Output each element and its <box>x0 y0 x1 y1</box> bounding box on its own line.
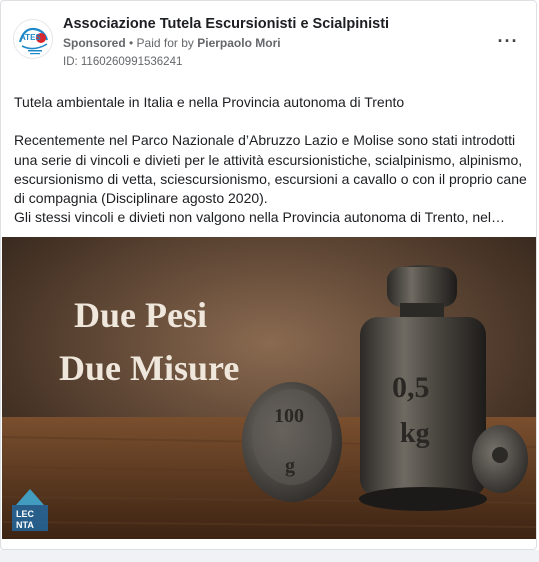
paid-for-prefix: Paid for by <box>136 36 198 50</box>
post-image[interactable]: 0,5 kg 100 g Due Pesi Due Misure LEC NTA <box>2 237 536 539</box>
sponsored-label: Sponsored <box>63 36 126 50</box>
large-weight-unit: kg <box>400 418 430 449</box>
paid-for-name[interactable]: Pierpaolo Mori <box>197 36 280 50</box>
svg-text:LEC: LEC <box>16 509 35 519</box>
large-weight-value: 0,5 <box>392 371 430 404</box>
more-options-icon: ··· <box>497 31 519 51</box>
post-header: ATES Associazione Tutela Escursionisti e… <box>1 1 536 81</box>
image-title-line-1: Due Pesi <box>74 295 207 335</box>
post-text-paragraph-3[interactable]: Gli stessi vincoli e divieti non valgono… <box>14 208 529 227</box>
sponsored-line: Sponsored • Paid for by Pierpaolo Mori <box>63 36 281 50</box>
ates-logo-icon: ATES <box>14 20 52 58</box>
page-name-link[interactable]: Associazione Tutela Escursionisti e Scia… <box>63 16 389 32</box>
post-text-line-1: Tutela ambientale in Italia e nella Prov… <box>14 94 405 110</box>
avatar-logo-text: ATES <box>20 33 41 42</box>
post-text: Tutela ambientale in Italia e nella Prov… <box>14 93 529 228</box>
svg-text:NTA: NTA <box>16 520 34 530</box>
small-weight-value: 100 <box>274 405 304 427</box>
image-title-line-2: Due Misure <box>59 348 239 388</box>
more-options-button[interactable]: ··· <box>493 29 523 53</box>
ad-id: ID: 1160260991536241 <box>63 56 183 68</box>
sponsored-post-card: ATES Associazione Tutela Escursionisti e… <box>0 0 537 550</box>
page-avatar[interactable]: ATES <box>13 19 53 59</box>
sponsored-separator: • <box>125 36 137 50</box>
post-text-paragraph-2: Recentemente nel Parco Nazionale d’Abruz… <box>14 132 527 207</box>
feed-divider <box>0 550 539 562</box>
small-weight-unit: g <box>285 455 295 477</box>
